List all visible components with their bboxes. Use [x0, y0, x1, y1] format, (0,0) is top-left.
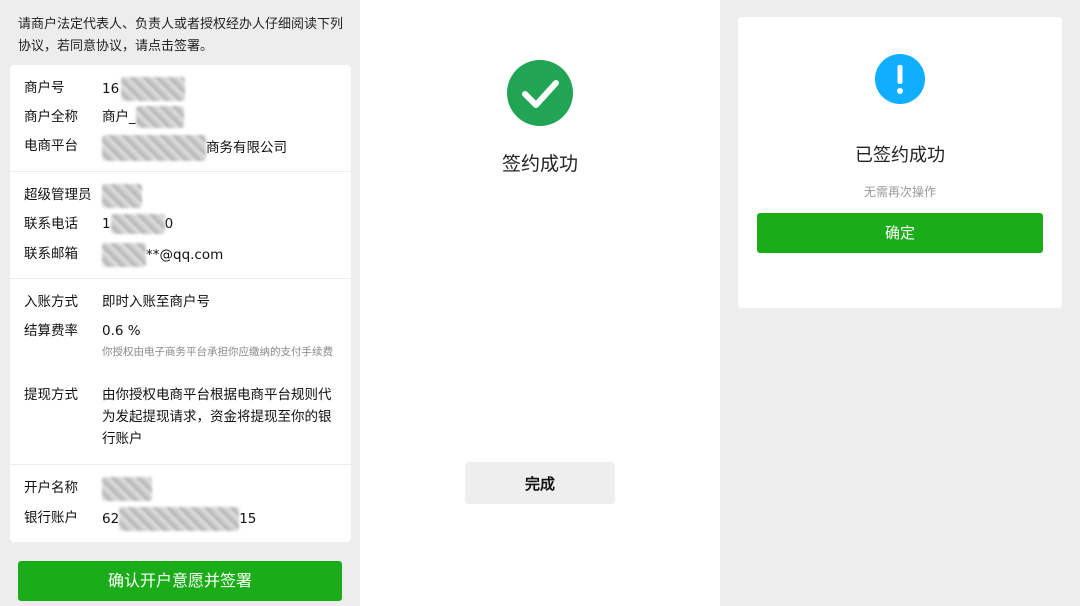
agreement-panel: 请商户法定代表人、负责人或者授权经办人仔细阅读下列协议，若同意协议，请点击签署。… — [0, 0, 360, 606]
merchant-fullname-value: 商户_ — [102, 106, 342, 128]
bank-account-label: 银行账户 — [24, 510, 78, 526]
admin-value — [102, 184, 342, 208]
merchant-fullname-prefix: 商户_ — [102, 109, 136, 125]
redacted-merchant-id — [121, 77, 186, 101]
bank-account-suffix: 15 — [239, 511, 257, 527]
email-label: 联系邮箱 — [24, 246, 78, 262]
redacted-admin-name — [102, 184, 142, 208]
platform-suffix: 商务有限公司 — [206, 140, 287, 156]
phone-prefix: 1 — [102, 216, 111, 232]
settlement-method-label: 入账方式 — [24, 294, 78, 310]
success-panel: 签约成功 完成 — [360, 0, 720, 606]
success-check-icon — [507, 60, 573, 126]
merchant-id-prefix: 16 — [102, 81, 120, 97]
withdraw-value: 由你授权电商平台根据电商平台规则代为发起提现请求，资金将提现至你的银行账户 — [102, 387, 332, 447]
agreement-intro: 请商户法定代表人、负责人或者授权经办人仔细阅读下列协议，若同意协议，请点击签署。 — [18, 17, 344, 54]
withdraw-label: 提现方式 — [24, 387, 78, 403]
already-signed-subtitle: 无需再次操作 — [863, 185, 936, 199]
settlement-method-value: 即时入账至商户号 — [102, 294, 210, 310]
rate-note: 你授权由电子商务平台承担你应缴纳的支付手续费 — [102, 346, 333, 358]
phone-label: 联系电话 — [24, 216, 78, 232]
already-signed-card: 已签约成功 无需再次操作 确定 — [738, 17, 1062, 308]
info-exclamation-icon — [875, 54, 925, 104]
redacted-phone — [110, 214, 165, 234]
redacted-merchant-fullname — [135, 106, 184, 128]
bank-account-value: 62 15 — [102, 507, 342, 531]
section-divider — [10, 278, 351, 279]
admin-label: 超级管理员 — [24, 187, 92, 203]
already-signed-panel: 已签约成功 无需再次操作 确定 — [720, 0, 1080, 606]
rate-value: 0.6 % — [102, 323, 141, 339]
email-suffix: **@qq.com — [146, 247, 224, 263]
bank-name-label: 开户名称 — [24, 480, 78, 496]
merchant-id-value: 16 — [102, 77, 342, 101]
phone-suffix: 0 — [164, 216, 174, 232]
section-divider — [10, 171, 351, 172]
bank-name-value — [102, 477, 342, 501]
already-signed-title: 已签约成功 — [855, 145, 945, 166]
platform-value: 商务有限公司 — [102, 135, 342, 161]
redacted-account-holder — [102, 477, 152, 501]
platform-label: 电商平台 — [24, 138, 78, 154]
redacted-platform-name — [102, 135, 206, 161]
confirm-sign-button[interactable]: 确认开户意愿并签署 — [18, 561, 342, 601]
bank-account-prefix: 62 — [102, 511, 120, 527]
agreement-card: 商户号 16 商户全称 商户_ 电商平台 商务有限公司 超级管理员 联系电话 1… — [10, 65, 351, 542]
confirm-ok-button[interactable]: 确定 — [757, 213, 1043, 253]
rate-label: 结算费率 — [24, 323, 78, 339]
merchant-fullname-label: 商户全称 — [24, 109, 78, 125]
phone-value: 10 — [102, 213, 342, 235]
redacted-email — [102, 243, 146, 267]
section-divider — [10, 464, 351, 465]
merchant-id-label: 商户号 — [24, 80, 65, 96]
done-button[interactable]: 完成 — [465, 462, 615, 504]
success-title: 签约成功 — [501, 153, 578, 175]
email-value: **@qq.com — [102, 243, 342, 267]
redacted-bank-account — [119, 507, 240, 531]
